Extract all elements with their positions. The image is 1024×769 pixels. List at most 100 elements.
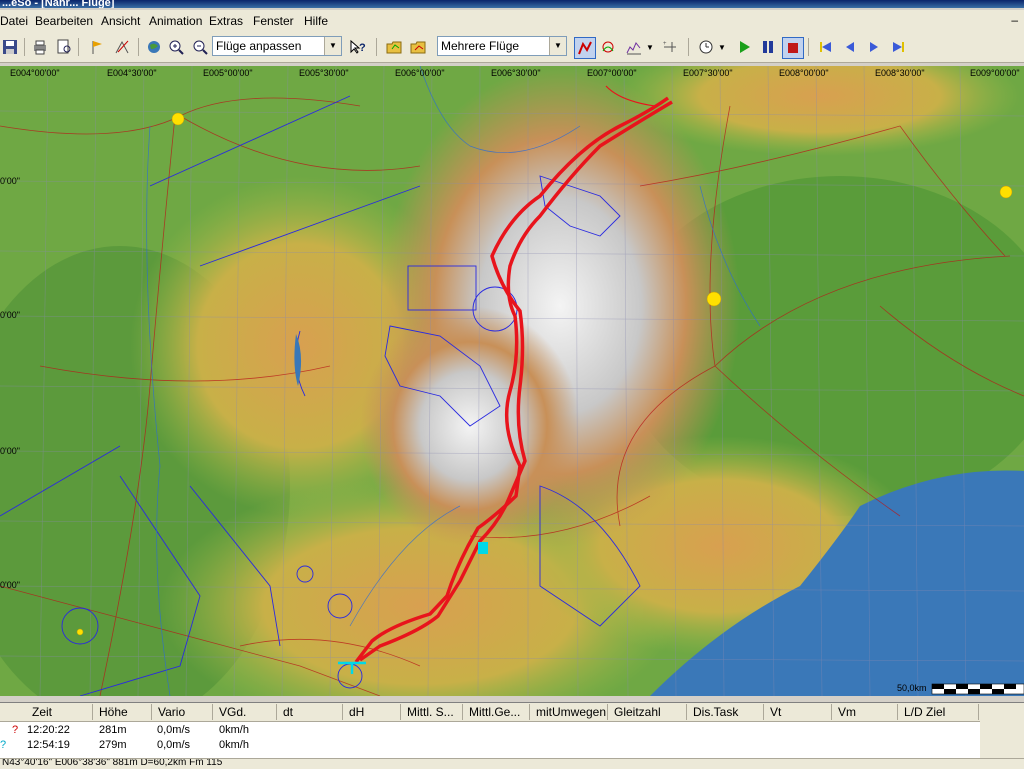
latitude-label: 0'00" <box>0 580 20 590</box>
wind-icon[interactable]: + <box>660 37 680 57</box>
stop-icon[interactable] <box>782 37 804 59</box>
step-back-icon[interactable] <box>840 37 860 57</box>
cell-hoehe: 281m <box>99 724 127 736</box>
column-header[interactable]: Vario <box>158 705 185 719</box>
track-view-icon[interactable] <box>574 37 596 59</box>
separator <box>376 38 377 56</box>
longitude-label: E008°00'00" <box>779 68 829 78</box>
skip-start-icon[interactable] <box>816 37 836 57</box>
menu-animation[interactable]: Animation <box>149 14 202 28</box>
skip-end-icon[interactable] <box>888 37 908 57</box>
latitude-label: 0'00" <box>0 310 20 320</box>
column-header[interactable]: dt <box>283 705 293 719</box>
longitude-label: E009°00'00" <box>970 68 1020 78</box>
column-header[interactable]: Vm <box>838 705 856 719</box>
column-divider <box>686 704 687 720</box>
cell-zeit: 12:20:22 <box>27 724 70 736</box>
menu-bearbeiten[interactable]: Bearbeiten <box>35 14 93 28</box>
menu-datei[interactable]: Datei <box>0 14 28 28</box>
column-header[interactable]: Mittl. S... <box>407 705 454 719</box>
longitude-label: E005°00'00" <box>203 68 253 78</box>
column-divider <box>276 704 277 720</box>
zoom-in-icon[interactable] <box>166 37 186 57</box>
column-divider <box>92 704 93 720</box>
chevron-down-icon[interactable]: ▼ <box>324 37 341 55</box>
separator <box>808 38 809 56</box>
column-header[interactable]: Zeit <box>32 705 52 719</box>
column-header[interactable]: mitUmwegen <box>536 705 606 719</box>
column-divider <box>763 704 764 720</box>
flights-combo[interactable]: Mehrere Flüge ▼ <box>437 36 567 56</box>
thermal-icon[interactable] <box>598 37 618 57</box>
terrain-map[interactable] <box>0 66 1024 696</box>
waypoint-icon[interactable] <box>86 37 106 57</box>
svg-text:+: + <box>663 41 667 47</box>
print-preview-icon[interactable] <box>54 37 74 57</box>
column-divider <box>897 704 898 720</box>
menu-ansicht[interactable]: Ansicht <box>101 14 140 28</box>
cell-vario: 0,0m/s <box>157 724 191 736</box>
column-divider <box>212 704 213 720</box>
table-row[interactable]: ? 12:54:19 279m 0,0m/s 0km/h <box>0 739 980 753</box>
goal-marker[interactable] <box>478 542 488 554</box>
column-divider <box>978 704 979 720</box>
longitude-label: E007°00'00" <box>587 68 637 78</box>
cell-zeit: 12:54:19 <box>27 739 70 751</box>
zoom-combo-value: Flüge anpassen <box>216 39 302 53</box>
save-icon[interactable] <box>0 37 20 57</box>
column-header[interactable]: dH <box>349 705 364 719</box>
column-divider <box>342 704 343 720</box>
column-header[interactable]: Dis.Task <box>693 705 738 719</box>
cell-vgd: 0km/h <box>219 739 249 751</box>
chevron-down-icon[interactable]: ▼ <box>644 37 656 57</box>
step-forward-icon[interactable] <box>864 37 884 57</box>
column-divider <box>462 704 463 720</box>
cell-vario: 0,0m/s <box>157 739 191 751</box>
flights-combo-value: Mehrere Flüge <box>441 39 520 53</box>
column-divider <box>831 704 832 720</box>
menu-hilfe[interactable]: Hilfe <box>304 14 328 28</box>
chevron-down-icon[interactable]: ▼ <box>549 37 566 55</box>
column-header[interactable]: VGd. <box>219 705 246 719</box>
export-flight-icon[interactable] <box>408 37 428 57</box>
column-header[interactable]: Gleitzahl <box>614 705 661 719</box>
latitude-label: 0'00" <box>0 446 20 456</box>
status-text: N43°40'16" E006°38'36" 881m D=60,2km Fm … <box>2 758 223 768</box>
zoom-combo[interactable]: Flüge anpassen ▼ <box>212 36 342 56</box>
longitude-label: E004°30'00" <box>107 68 157 78</box>
menu-fenster[interactable]: Fenster <box>253 14 294 28</box>
globe-icon[interactable] <box>144 37 164 57</box>
chevron-down-icon[interactable]: ▼ <box>716 37 728 57</box>
barogram-icon[interactable] <box>624 37 644 57</box>
minimize-icon[interactable]: – <box>1011 13 1018 27</box>
column-header[interactable]: Mittl.Ge... <box>469 705 520 719</box>
map-view[interactable]: E004°00'00" E004°30'00" E005°00'00" E005… <box>0 66 1024 696</box>
status-bar: N43°40'16" E006°38'36" 881m D=60,2km Fm … <box>0 758 1024 769</box>
separator <box>24 38 25 56</box>
toolbar: Flüge anpassen ▼ ? Mehrere Flüge ▼ ▼ + ▼ <box>0 32 1024 63</box>
row-marker: ? <box>12 724 19 736</box>
table-row[interactable]: ? 12:20:22 281m 0,0m/s 0km/h <box>0 724 980 738</box>
column-header[interactable]: Vt <box>770 705 781 719</box>
longitude-label: E004°00'00" <box>10 68 60 78</box>
scale-bar <box>931 683 1024 695</box>
column-header[interactable]: Höhe <box>99 705 128 719</box>
zoom-out-icon[interactable] <box>190 37 210 57</box>
longitude-label: E006°30'00" <box>491 68 541 78</box>
column-header[interactable]: L/D Ziel <box>904 705 945 719</box>
column-divider <box>151 704 152 720</box>
help-pointer-icon[interactable]: ? <box>348 37 368 57</box>
print-icon[interactable] <box>30 37 50 57</box>
longitude-label: E005°30'00" <box>299 68 349 78</box>
latitude-label: 0'00" <box>0 176 20 186</box>
column-divider <box>529 704 530 720</box>
open-flight-icon[interactable] <box>384 37 404 57</box>
task-edit-icon[interactable] <box>112 37 132 57</box>
column-divider <box>400 704 401 720</box>
window-title: ...eSo - [Nahr... Flüge] <box>2 0 115 8</box>
play-icon[interactable] <box>734 37 754 57</box>
clock-icon[interactable] <box>696 37 716 57</box>
pause-icon[interactable] <box>758 37 778 57</box>
flight-data-table[interactable]: Zeit Höhe Vario VGd. dt dH Mittl. S... M… <box>0 702 1024 759</box>
menu-extras[interactable]: Extras <box>209 14 243 28</box>
